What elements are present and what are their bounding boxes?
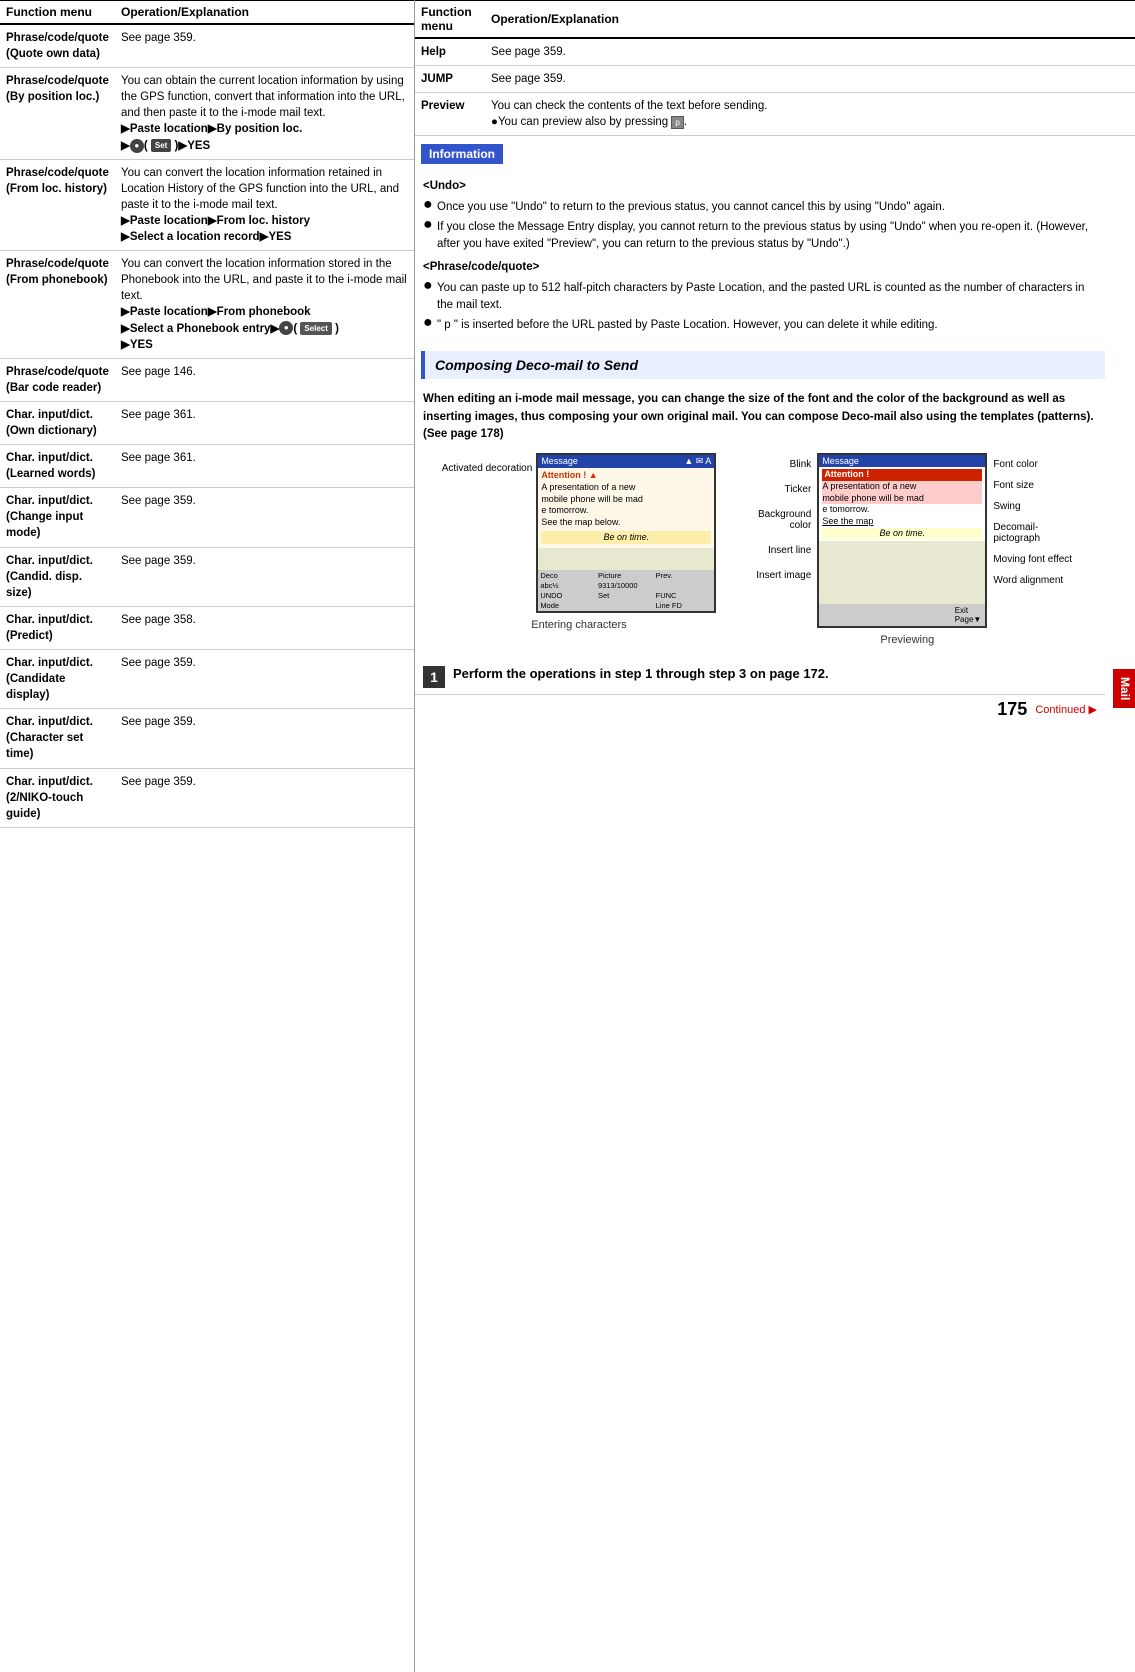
entering-characters-screen: Message ▲ ✉ A Attention ! ▲ A presentati… bbox=[536, 453, 716, 613]
deco-section-header: Composing Deco-mail to Send bbox=[421, 351, 1105, 379]
continued-text: Continued ▶ bbox=[1035, 703, 1097, 716]
operation-steps: ▶Paste location▶From loc. history▶Select… bbox=[121, 215, 310, 243]
op-cell: See page 361. bbox=[115, 401, 414, 444]
table-row: Char. input/dict. (Own dictionary) See p… bbox=[0, 401, 414, 444]
right-table: Function menu Operation/Explanation Help… bbox=[415, 0, 1135, 136]
op-cell: You can convert the location information… bbox=[115, 159, 414, 250]
left-header-func: Function menu bbox=[0, 1, 115, 25]
deco-description: When editing an i-mode mail message, you… bbox=[415, 387, 1105, 449]
table-row: Char. input/dict. (Character set time) S… bbox=[0, 709, 414, 768]
table-row: Char. input/dict. (Predict) See page 358… bbox=[0, 606, 414, 649]
func-cell: Char. input/dict. (Candidate display) bbox=[0, 650, 115, 709]
func-cell: Preview bbox=[415, 93, 485, 136]
right-table-header: Function menu Operation/Explanation bbox=[415, 1, 1135, 39]
screen-content: Attention ! A presentation of a new mobi… bbox=[819, 467, 985, 541]
screen-top-bar: Message ▲ ✉ A bbox=[538, 455, 714, 468]
op-cell: See page 359. bbox=[115, 488, 414, 547]
table-row: Char. input/dict. (Candidate display) Se… bbox=[0, 650, 414, 709]
preview-bullet: ●You can preview also by pressing p. bbox=[491, 116, 687, 128]
right-header-op: Operation/Explanation bbox=[485, 1, 1135, 39]
bullet-symbol: ● bbox=[423, 278, 437, 294]
info-bullet: ● Once you use "Undo" to return to the p… bbox=[423, 199, 1099, 216]
entering-characters-block: Activated decoration Message ▲ ✉ A Atten… bbox=[442, 453, 717, 631]
info-section: <Undo> ● Once you use "Undo" to return t… bbox=[415, 168, 1107, 345]
func-cell: Phrase/code/quote (From loc. history) bbox=[0, 159, 115, 250]
op-cell: See page 359. bbox=[115, 709, 414, 768]
operation-steps: ▶Paste location▶From phonebook▶Select a … bbox=[121, 306, 339, 350]
table-row: JUMP See page 359. bbox=[415, 66, 1135, 93]
previewing-label: Previewing bbox=[880, 634, 934, 646]
info-bullet: ● " p " is inserted before the URL paste… bbox=[423, 317, 1099, 334]
page-number-area: 175 Continued ▶ bbox=[415, 694, 1105, 724]
table-row: Char. input/dict. (Change input mode) Se… bbox=[0, 488, 414, 547]
table-row: Char. input/dict. (2/NIKO-touch guide) S… bbox=[0, 768, 414, 827]
op-cell: See page 359. bbox=[115, 768, 414, 827]
table-row: Help See page 359. bbox=[415, 38, 1135, 66]
op-cell: See page 359. bbox=[115, 24, 414, 68]
table-row: Char. input/dict. (Candid. disp. size) S… bbox=[0, 547, 414, 606]
func-cell: JUMP bbox=[415, 66, 485, 93]
info-bullet: ● You can paste up to 512 half-pitch cha… bbox=[423, 280, 1099, 315]
func-cell: Char. input/dict. (Character set time) bbox=[0, 709, 115, 768]
op-cell: See page 361. bbox=[115, 445, 414, 488]
activated-decoration-label: Activated decoration bbox=[442, 453, 533, 474]
info-box: Information bbox=[415, 136, 1107, 168]
table-row: Char. input/dict. (Learned words) See pa… bbox=[0, 445, 414, 488]
op-cell: See page 359. bbox=[485, 66, 1135, 93]
right-annotations: Font color Font size Swing Decomail-pict… bbox=[993, 453, 1078, 586]
func-cell: Char. input/dict. (2/NIKO-touch guide) bbox=[0, 768, 115, 827]
bullet-symbol: ● bbox=[423, 315, 437, 331]
screen-bottom-bar: ExitPage▼ bbox=[819, 604, 985, 626]
table-row: Phrase/code/quote (By position loc.) You… bbox=[0, 68, 414, 159]
op-cell: You can check the contents of the text b… bbox=[485, 93, 1135, 136]
func-cell: Phrase/code/quote (Quote own data) bbox=[0, 24, 115, 68]
undo-heading: <Undo> bbox=[423, 178, 1099, 195]
right-header-func: Function menu bbox=[415, 1, 485, 39]
left-annotations: Blink Ticker Background color Insert lin… bbox=[736, 453, 811, 581]
op-cell: See page 359. bbox=[115, 650, 414, 709]
mail-tab: Mail bbox=[1113, 669, 1135, 708]
screenshots-area: Activated decoration Message ▲ ✉ A Atten… bbox=[415, 449, 1105, 650]
op-cell: You can convert the location information… bbox=[115, 251, 414, 359]
func-cell: Help bbox=[415, 38, 485, 66]
op-cell: See page 358. bbox=[115, 606, 414, 649]
table-row: Phrase/code/quote (Bar code reader) See … bbox=[0, 358, 414, 401]
func-cell: Phrase/code/quote (Bar code reader) bbox=[0, 358, 115, 401]
func-cell: Phrase/code/quote (From phonebook) bbox=[0, 251, 115, 359]
entering-characters-label: Entering characters bbox=[531, 619, 626, 631]
operation-steps: ▶Paste location▶By position loc.▶●( Set … bbox=[121, 123, 302, 151]
previewing-block: Blink Ticker Background color Insert lin… bbox=[736, 453, 1078, 646]
op-cell: See page 359. bbox=[485, 38, 1135, 66]
op-cell: See page 359. bbox=[115, 547, 414, 606]
op-cell: See page 146. bbox=[115, 358, 414, 401]
left-header-op: Operation/Explanation bbox=[115, 1, 414, 25]
screen-top-bar: Message bbox=[819, 455, 985, 467]
func-cell: Char. input/dict. (Own dictionary) bbox=[0, 401, 115, 444]
func-cell: Char. input/dict. (Candid. disp. size) bbox=[0, 547, 115, 606]
bullet-symbol: ● bbox=[423, 217, 437, 233]
screen-content: Attention ! ▲ A presentation of a new mo… bbox=[538, 468, 714, 548]
left-table-header: Function menu Operation/Explanation bbox=[0, 1, 414, 25]
step-section: 1 Perform the operations in step 1 throu… bbox=[415, 658, 1105, 694]
bullet-symbol: ● bbox=[423, 197, 437, 213]
right-column: Mail Function menu Operation/Explanation… bbox=[415, 0, 1135, 1672]
op-cell: You can obtain the current location info… bbox=[115, 68, 414, 159]
func-cell: Char. input/dict. (Predict) bbox=[0, 606, 115, 649]
func-cell: Phrase/code/quote (By position loc.) bbox=[0, 68, 115, 159]
table-row: Phrase/code/quote (Quote own data) See p… bbox=[0, 24, 414, 68]
previewing-screen: Message Attention ! A presentation of a … bbox=[817, 453, 987, 628]
func-cell: Char. input/dict. (Change input mode) bbox=[0, 488, 115, 547]
step-text: Perform the operations in step 1 through… bbox=[453, 664, 829, 684]
page-number: 175 bbox=[997, 699, 1027, 720]
left-column: Function menu Operation/Explanation Phra… bbox=[0, 0, 415, 1672]
table-row: Preview You can check the contents of th… bbox=[415, 93, 1135, 136]
info-bullet: ● If you close the Message Entry display… bbox=[423, 219, 1099, 254]
left-table: Function menu Operation/Explanation Phra… bbox=[0, 0, 414, 828]
table-row: Phrase/code/quote (From phonebook) You c… bbox=[0, 251, 414, 359]
table-row: Phrase/code/quote (From loc. history) Yo… bbox=[0, 159, 414, 250]
func-cell: Char. input/dict. (Learned words) bbox=[0, 445, 115, 488]
screen-toolbar: DecoPicturePrev. abc½9313/10000 UNDOSetF… bbox=[538, 570, 714, 611]
phrase-heading: <Phrase/code/quote> bbox=[423, 259, 1099, 276]
step-number: 1 bbox=[423, 666, 445, 688]
